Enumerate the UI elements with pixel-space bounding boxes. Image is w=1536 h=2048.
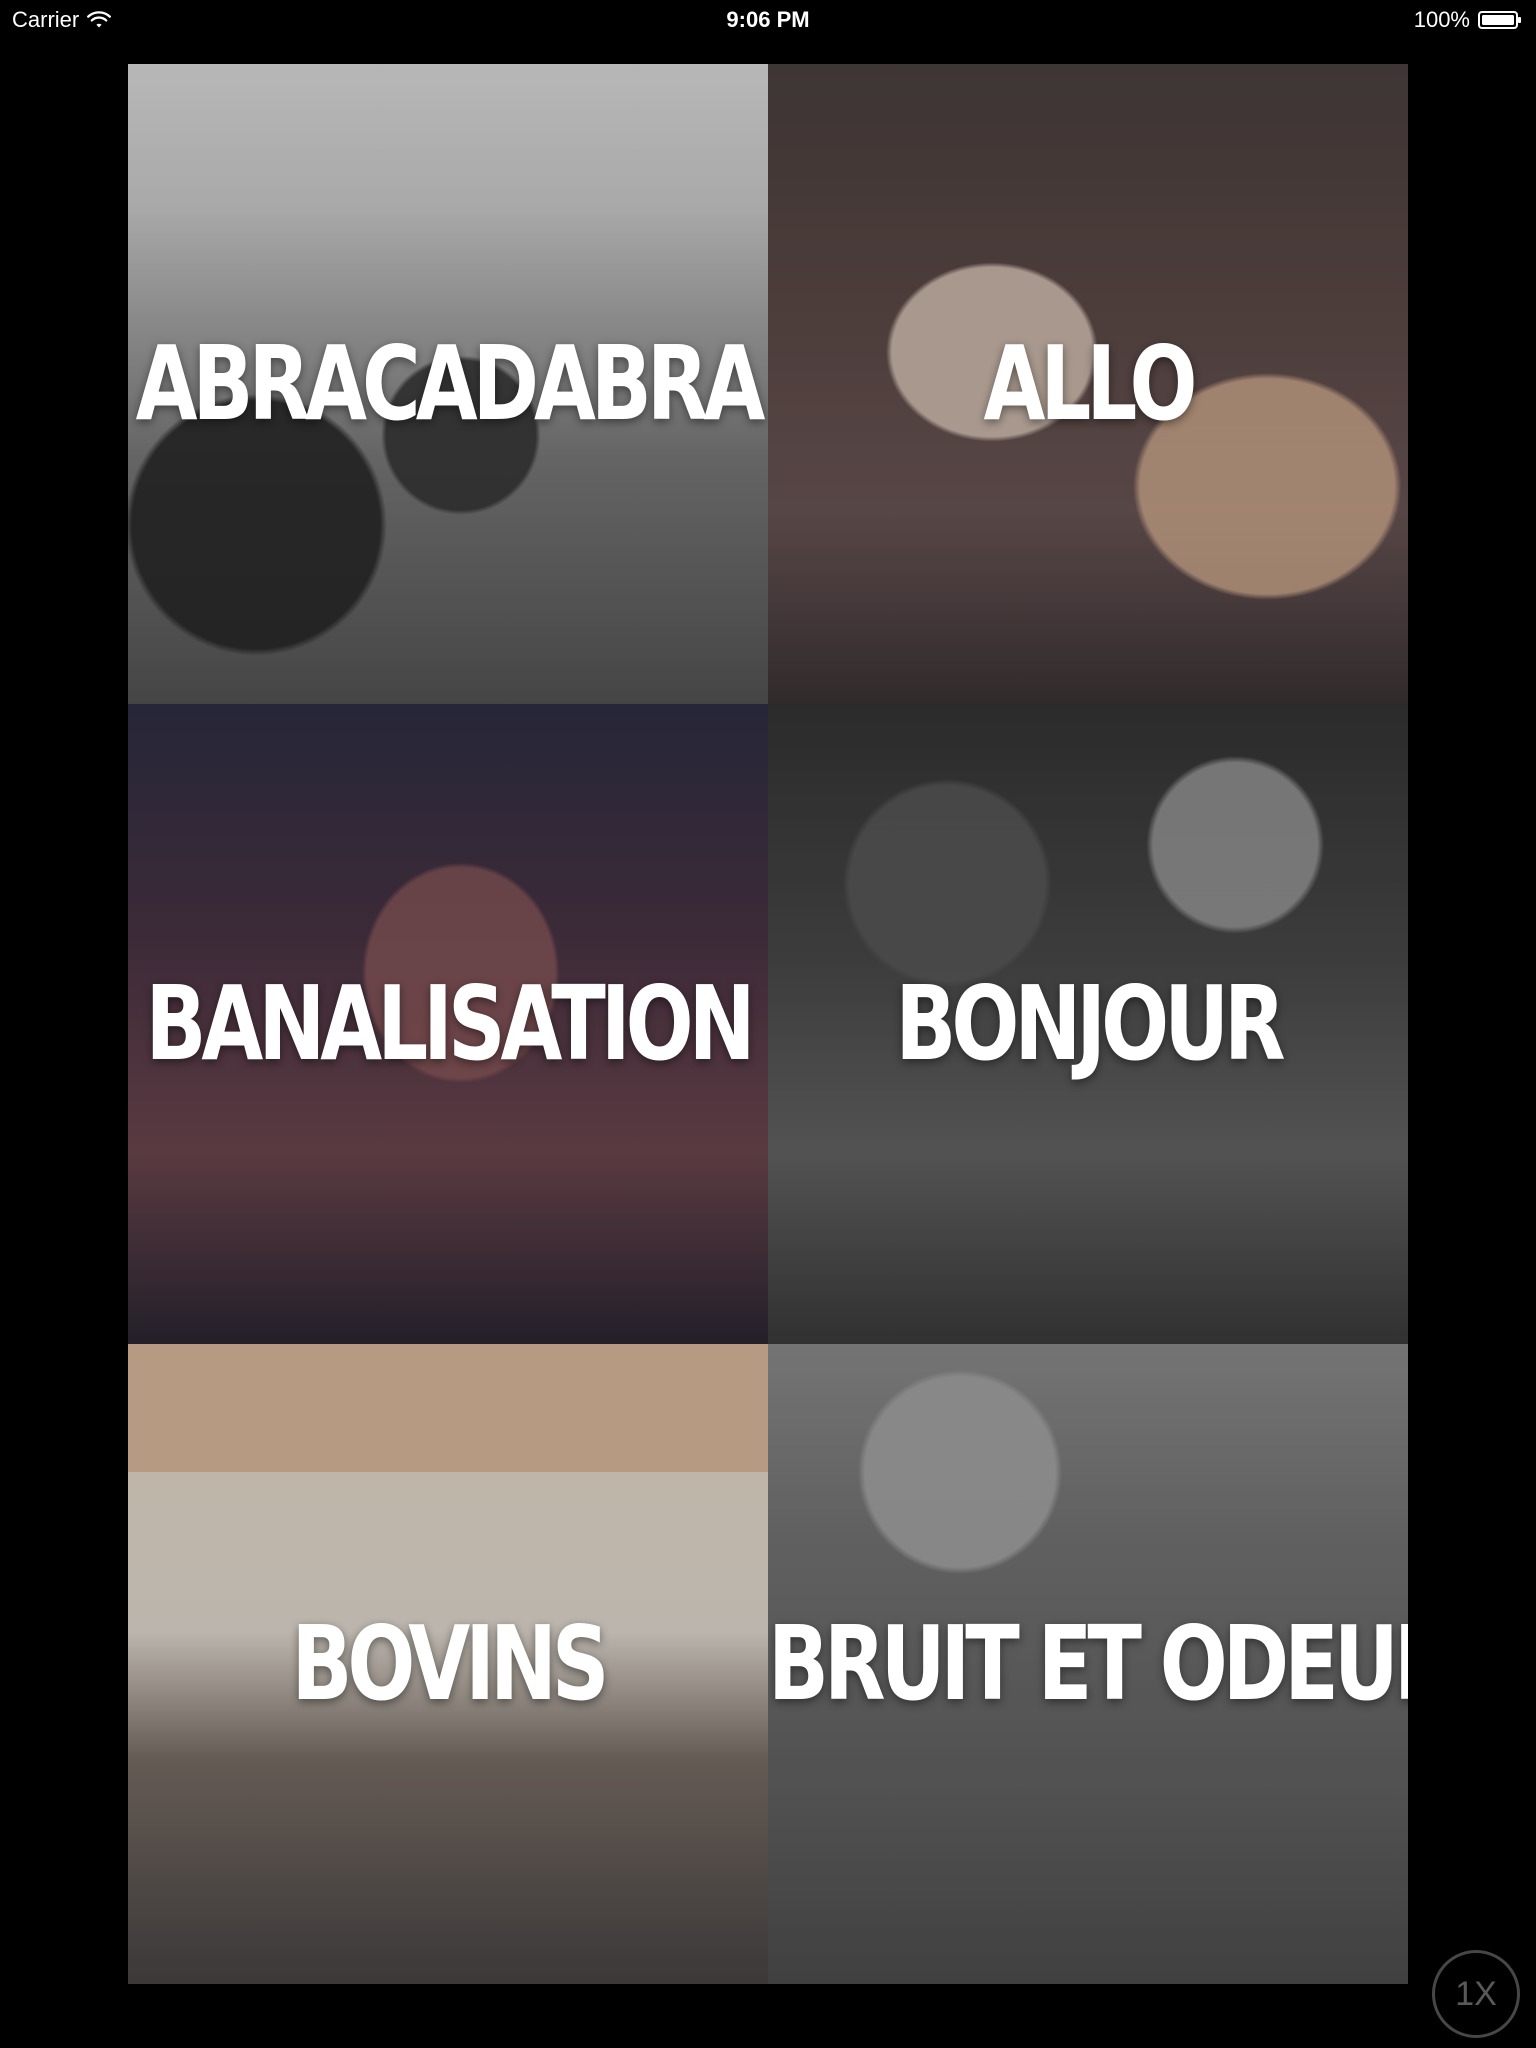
speed-button[interactable]: 1X (1432, 1950, 1520, 2038)
status-time: 9:06 PM (726, 7, 810, 32)
tile-bovins[interactable]: BOVINS (128, 1344, 768, 1984)
tile-label: BRUIT ET ODEUR (768, 1604, 1408, 1724)
tile-label: BANALISATION (145, 964, 755, 1084)
tile-abracadabra[interactable]: ABRACADABRA (128, 64, 768, 704)
tile-label: BONJOUR (895, 964, 1285, 1084)
tile-bruit-et-odeur[interactable]: BRUIT ET ODEUR (768, 1344, 1408, 1984)
tile-label: BOVINS (291, 1604, 609, 1724)
word-grid: ABRACADABRA ALLO BANALISATION BONJOUR BO… (128, 64, 1408, 1984)
battery-percent: 100% (1413, 7, 1470, 32)
tile-banalisation[interactable]: BANALISATION (128, 704, 768, 1344)
tile-label: ABRACADABRA (135, 324, 766, 444)
status-bar: Carrier 9:06 PM 100% (0, 0, 1536, 40)
tile-bonjour[interactable]: BONJOUR (768, 704, 1408, 1344)
tile-label: ALLO (983, 324, 1197, 444)
battery-icon (1478, 11, 1521, 29)
tile-allo[interactable]: ALLO (768, 64, 1408, 704)
status-right: 100% (1414, 7, 1522, 33)
